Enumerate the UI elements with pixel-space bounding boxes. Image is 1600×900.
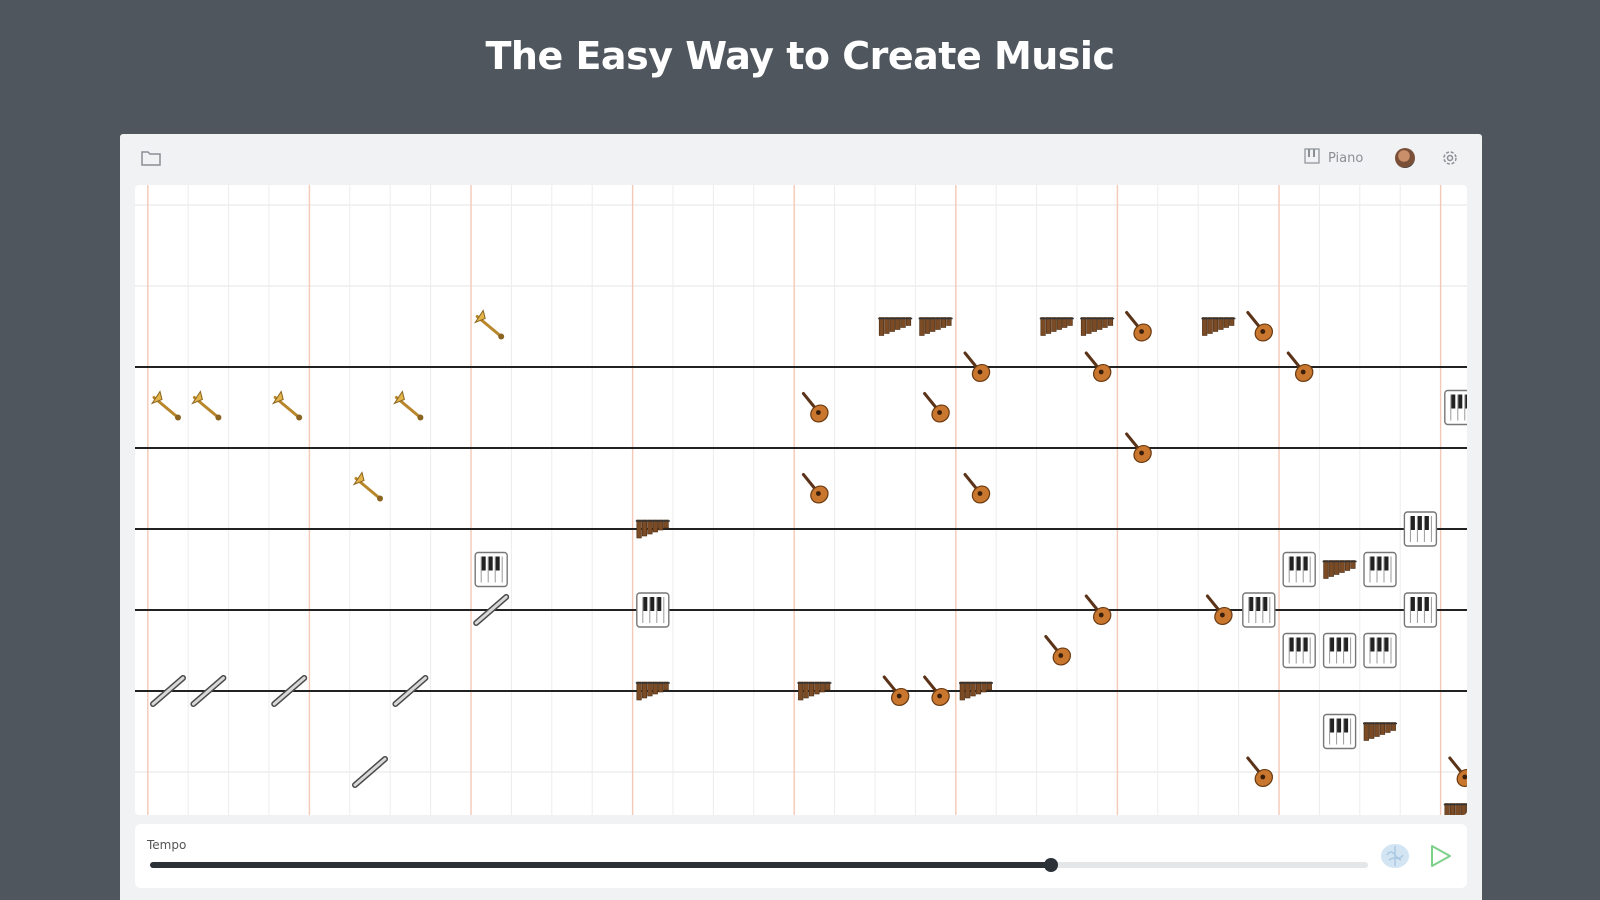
piano-note[interactable] [1403, 592, 1438, 628]
guitar-note[interactable] [963, 351, 993, 385]
guitar-note[interactable] [1246, 756, 1276, 790]
guitar-note[interactable] [1205, 594, 1235, 628]
trumpet-note[interactable] [150, 390, 181, 421]
tempo-slider-fill [150, 862, 1052, 868]
toolbar: Piano [120, 134, 1482, 184]
note-grid-canvas[interactable] [135, 185, 1467, 815]
play-icon[interactable] [1425, 841, 1455, 871]
piano-note[interactable] [1444, 389, 1467, 426]
note-grid[interactable] [135, 185, 1467, 815]
marimba-note[interactable] [1363, 722, 1397, 741]
marimba-note[interactable] [1201, 317, 1236, 336]
marimba-note[interactable] [1039, 317, 1074, 336]
instrument-selector[interactable]: Piano [1304, 147, 1363, 169]
marimba-note[interactable] [1322, 560, 1357, 579]
piano-note[interactable] [636, 592, 670, 628]
guitar-note[interactable] [1125, 432, 1155, 466]
trumpet-note[interactable] [473, 309, 505, 340]
guitar-note[interactable] [801, 392, 831, 426]
guitar-note[interactable] [923, 392, 953, 426]
page-headline: The Easy Way to Create Music [485, 34, 1115, 78]
guitar-note[interactable] [1125, 311, 1155, 345]
guitar-note[interactable] [1044, 635, 1074, 669]
guitar-note[interactable] [1246, 311, 1276, 345]
piano-note[interactable] [1242, 592, 1276, 628]
piano-icon [1304, 148, 1320, 168]
piano-note[interactable] [1363, 632, 1397, 669]
marimba-note[interactable] [1080, 317, 1115, 336]
piano-note[interactable] [1403, 511, 1438, 547]
marimba-note[interactable] [878, 317, 913, 336]
piano-note[interactable] [1363, 551, 1397, 588]
folder-icon[interactable] [140, 149, 162, 167]
guitar-note[interactable] [1084, 351, 1114, 385]
marimba-note[interactable] [1443, 803, 1467, 816]
marimba-note[interactable] [918, 317, 953, 336]
playback-bar: Tempo [135, 824, 1467, 888]
guitar-note[interactable] [801, 473, 831, 507]
piano-note[interactable] [1322, 632, 1357, 669]
piano-note[interactable] [1282, 551, 1316, 588]
trumpet-note[interactable] [191, 390, 222, 421]
guitar-note[interactable] [963, 473, 993, 507]
trumpet-note[interactable] [271, 390, 303, 421]
trumpet-note[interactable] [352, 471, 383, 502]
guitar-note[interactable] [1286, 351, 1316, 385]
guitar-note[interactable] [1448, 756, 1467, 790]
piano-note[interactable] [1282, 632, 1316, 669]
user-avatar[interactable] [1395, 148, 1415, 168]
guitar-note[interactable] [923, 675, 953, 709]
tempo-slider[interactable] [150, 858, 1368, 872]
instrument-label: Piano [1328, 150, 1364, 166]
trumpet-note[interactable] [393, 390, 424, 421]
guitar-note[interactable] [1084, 594, 1114, 628]
piano-note[interactable] [1322, 713, 1357, 750]
brain-icon[interactable] [1379, 841, 1411, 871]
tempo-slider-thumb[interactable] [1044, 858, 1059, 872]
piano-note[interactable] [474, 551, 508, 588]
guitar-note[interactable] [882, 675, 912, 709]
tempo-label: Tempo [147, 838, 187, 852]
app-window: Piano Tempo [120, 134, 1482, 900]
gear-icon[interactable] [1439, 147, 1461, 169]
